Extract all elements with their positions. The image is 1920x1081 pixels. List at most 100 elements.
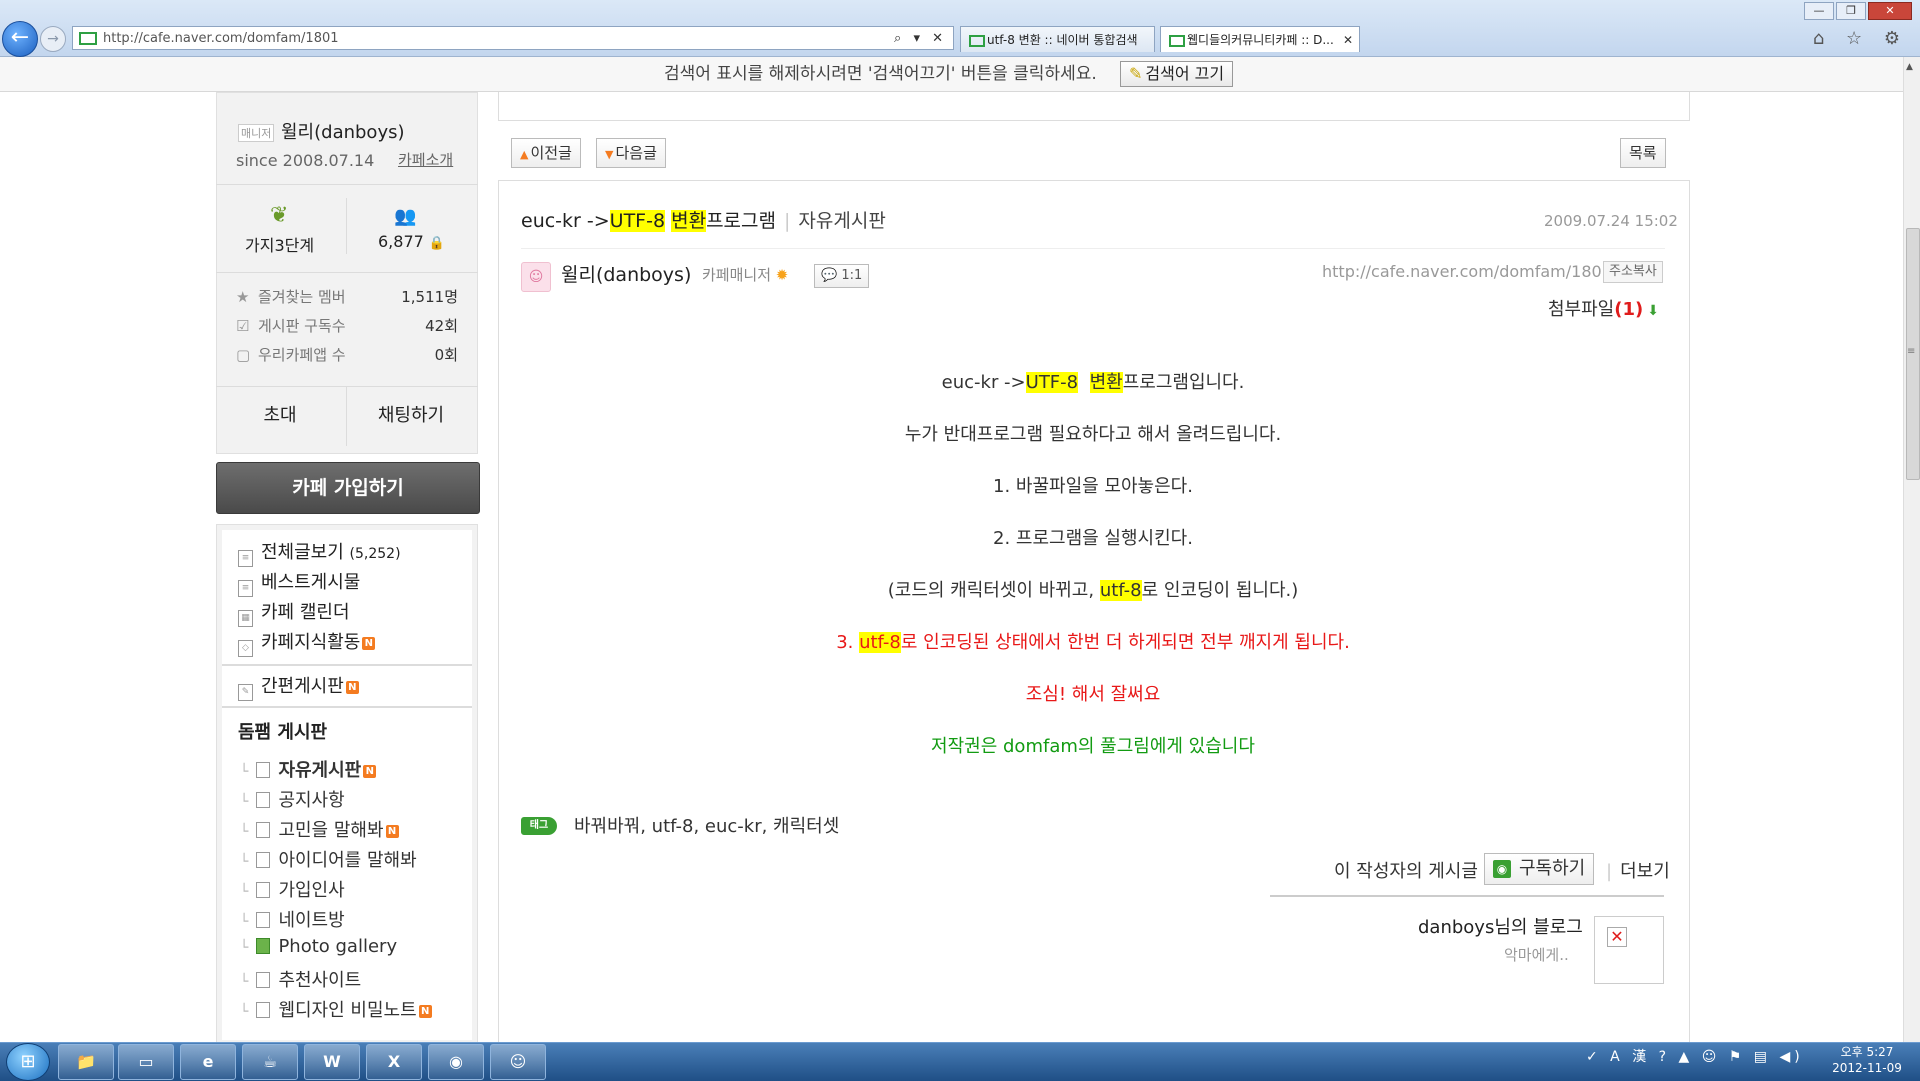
menu-count: (5,252)	[349, 546, 401, 562]
author-role-text: 카페매니저	[702, 266, 772, 284]
ie-icon[interactable]: e	[180, 1044, 236, 1080]
close-window-button[interactable]: ✕	[1868, 2, 1912, 20]
cafe-level: 가지3단계	[245, 236, 315, 255]
tab-favicon-icon	[1169, 35, 1185, 47]
minimize-button[interactable]: —	[1804, 2, 1834, 20]
tree-branch-icon: └	[240, 794, 249, 810]
menu-all-posts[interactable]: ≡ 전체글보기 (5,252)	[238, 538, 401, 567]
subscribe-label: 구독하기	[1519, 858, 1586, 879]
start-button[interactable]: ⊞	[6, 1043, 50, 1081]
address-bar[interactable]: http://cafe.naver.com/domfam/1801 ⌕ ▾ ✕	[72, 26, 954, 50]
list-button[interactable]: 목록	[1620, 138, 1666, 168]
search-highlight-off-button[interactable]: ✎ 검색어 끄기	[1120, 61, 1234, 87]
menu-simple-board[interactable]: ✎ 간편게시판 N	[238, 672, 359, 701]
tree-branch-icon: └	[240, 914, 249, 930]
separator: |	[1606, 861, 1613, 882]
tab-close-icon[interactable]: ✕	[1343, 27, 1353, 52]
cafe-since-date: since 2008.07.14	[236, 151, 375, 170]
next-post-button[interactable]: ▼ 다음글	[596, 138, 666, 168]
board-icon	[256, 882, 271, 898]
post-tags[interactable]: 바꿔바꿔, utf-8, euc-kr, 캐릭터셋	[574, 812, 839, 838]
java-ee-icon[interactable]: ☕	[242, 1044, 298, 1080]
stat-value: 42회	[425, 317, 458, 335]
board-webdesign-notes[interactable]: └ 웹디자인 비밀노트 N	[240, 996, 432, 1022]
stat-cafe-app: ▢ 우리카페앱 수 0회	[236, 344, 458, 365]
divider	[1270, 895, 1664, 897]
menu-calendar[interactable]: ▦ 카페 캘린더	[238, 598, 350, 627]
prev-post-button[interactable]: ▲ 이전글	[511, 138, 581, 168]
body-text: 프로그램입니다.	[1122, 372, 1245, 393]
copy-url-button[interactable]: 주소복사	[1603, 261, 1663, 283]
chat-button[interactable]: 채팅하기	[346, 386, 476, 446]
menu-knowledge[interactable]: ◇ 카페지식활동 N	[238, 628, 376, 657]
next-post-label: 다음글	[615, 144, 657, 162]
down-arrow-icon: ▼	[605, 148, 614, 161]
board-icon	[256, 852, 271, 868]
up-arrow-icon: ▲	[520, 148, 529, 161]
scrollbar-grip-icon: ≡	[1907, 346, 1916, 357]
subscribe-button[interactable]: ◉ 구독하기	[1484, 853, 1595, 885]
invite-button[interactable]: 초대	[216, 386, 344, 446]
board-label: 웹디자인 비밀노트	[278, 1000, 417, 1021]
board-ideas[interactable]: └ 아이디어를 말해봐	[240, 846, 417, 872]
forward-button[interactable]: →	[40, 26, 66, 52]
tab-cafe[interactable]: 웹디들의커뮤니티카페 :: D... ✕	[1160, 26, 1360, 52]
restore-button[interactable]: ❐	[1836, 2, 1866, 20]
divider	[521, 248, 1665, 249]
body-text: (코드의 캐릭터셋이 바뀌고,	[887, 580, 1100, 601]
address-url[interactable]: http://cafe.naver.com/domfam/1801	[103, 31, 339, 46]
app-icon[interactable]: ◉	[428, 1044, 484, 1080]
board-greetings[interactable]: └ 가입인사	[240, 876, 345, 902]
board-icon	[256, 972, 271, 988]
board-photo-gallery[interactable]: └ Photo gallery	[240, 936, 397, 957]
board-label: 자유게시판	[278, 760, 362, 781]
board-free[interactable]: └ 자유게시판 N	[240, 756, 377, 782]
board-nate[interactable]: └ 네이트방	[240, 906, 345, 932]
back-button[interactable]: ←	[2, 21, 38, 57]
scroll-up-icon[interactable]: ▲	[1906, 62, 1913, 72]
page-scrollbar[interactable]	[1903, 57, 1920, 1042]
post-url[interactable]: http://cafe.naver.com/domfam/1801	[1322, 262, 1612, 281]
cafe-intro-link[interactable]: 카페소개	[398, 149, 453, 170]
divider	[222, 706, 472, 708]
attachments-toggle[interactable]: 첨부파일(1) ⬇	[1548, 295, 1659, 321]
body-line: 1. 바꿀파일을 모아놓은다.	[993, 476, 1193, 497]
join-cafe-button[interactable]: 카페 가입하기	[216, 462, 480, 514]
menu-best-posts[interactable]: ≡ 베스트게시물	[238, 568, 360, 597]
messenger-icon[interactable]: ☺	[490, 1044, 546, 1080]
board-label: 네이트방	[278, 910, 345, 931]
more-link[interactable]: | 더보기	[1606, 857, 1670, 883]
word-icon[interactable]: W	[304, 1044, 360, 1080]
manager-name[interactable]: 윌리(danboys)	[281, 118, 405, 144]
tab-search-result[interactable]: utf-8 변환 :: 네이버 통합검색	[960, 26, 1155, 52]
browser-tool-icons[interactable]: ⌂ ☆ ⚙	[1813, 28, 1908, 49]
explorer-icon[interactable]: 📁	[58, 1044, 114, 1080]
board-label: 아이디어를 말해봐	[278, 850, 417, 871]
author-name[interactable]: 윌리(danboys)	[561, 260, 691, 287]
blog-description: 악마에게..	[1504, 946, 1569, 964]
address-controls[interactable]: ⌕ ▾ ✕	[894, 27, 947, 51]
stat-board-subscriptions: ☑ 게시판 구독수 42회	[236, 315, 458, 336]
members-icon: 👥	[394, 206, 417, 227]
board-recommended[interactable]: └ 추천사이트	[240, 966, 361, 992]
board-icon	[256, 912, 271, 928]
calendar-icon: ▦	[238, 610, 253, 627]
board-group-title: 돔팸 게시판	[238, 722, 328, 743]
system-tray[interactable]: ✓ A 漢 ? ▲ ☺ ⚑ ▤ ◀)	[1586, 1046, 1804, 1066]
blog-title[interactable]: danboys님의 블로그	[1418, 913, 1583, 939]
post-board-link[interactable]: 자유게시판	[798, 210, 885, 232]
author-avatar[interactable]: ☺	[521, 262, 551, 292]
board-label: Photo gallery	[278, 936, 398, 957]
stat-favorite-members: ★ 즐겨찾는 멤버 1,511명	[236, 286, 458, 307]
board-notice[interactable]: └ 공지사항	[240, 786, 345, 812]
one-to-one-chat-button[interactable]: 💬 1:1	[814, 264, 870, 288]
excel-icon[interactable]: X	[366, 1044, 422, 1080]
board-worries[interactable]: └ 고민을 말해봐 N	[240, 816, 399, 842]
body-text: euc-kr ->	[941, 372, 1026, 393]
board-label: 가입인사	[278, 880, 345, 901]
blog-thumbnail[interactable]: ✕	[1594, 916, 1664, 984]
divider	[222, 664, 472, 666]
taskbar-clock[interactable]: 오후 5:27 2012-11-09	[1820, 1044, 1914, 1076]
notepad-icon[interactable]: ▭	[118, 1044, 174, 1080]
menu-label: 카페지식활동	[261, 632, 361, 653]
